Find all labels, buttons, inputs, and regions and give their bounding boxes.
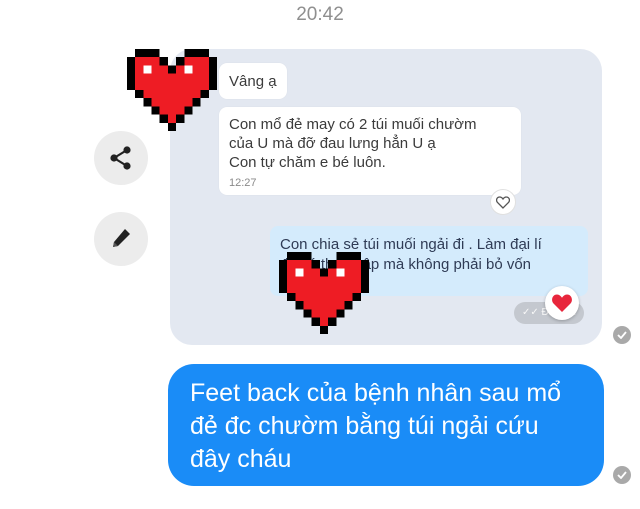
delivered-check-icon — [613, 326, 631, 344]
sent-message-bubble[interactable]: Feet back của bệnh nhân sau mổ đẻ đc chư… — [168, 364, 604, 486]
message-line: Con mổ đẻ may có 2 túi muối chườm — [229, 116, 477, 133]
share-icon — [110, 146, 131, 170]
message-line: Con tự chăm e bé luôn. — [229, 154, 386, 171]
message-line: đẻ đc chườm bằng túi ngải cứu — [190, 412, 539, 440]
edit-button[interactable] — [94, 212, 148, 266]
heart-reaction-badge[interactable] — [545, 286, 579, 320]
message-text: Vâng ạ — [229, 73, 277, 90]
pencil-icon — [113, 229, 130, 247]
message-line: đây cháu — [190, 445, 292, 473]
message-time: 20:42 — [296, 4, 344, 25]
received-bubble[interactable]: Con mổ đẻ may có 2 túi muối chườm của U … — [219, 107, 521, 195]
delivered-check-icon — [613, 466, 631, 484]
pixel-heart-sticker — [278, 252, 370, 334]
message-timestamp: 12:27 — [229, 177, 257, 189]
received-bubble[interactable]: Vâng ạ — [219, 63, 287, 99]
heart-outline-icon — [496, 195, 510, 209]
heart-icon — [552, 294, 572, 312]
double-check-icon: ✓✓ — [522, 307, 542, 318]
share-button[interactable] — [94, 131, 148, 185]
pixel-heart-sticker — [126, 49, 218, 131]
message-line: của U mà đỡ đau lưng hẳn U ạ — [229, 135, 436, 152]
react-button[interactable] — [490, 189, 516, 215]
message-line: Feet back của bệnh nhân sau mổ — [190, 379, 562, 407]
